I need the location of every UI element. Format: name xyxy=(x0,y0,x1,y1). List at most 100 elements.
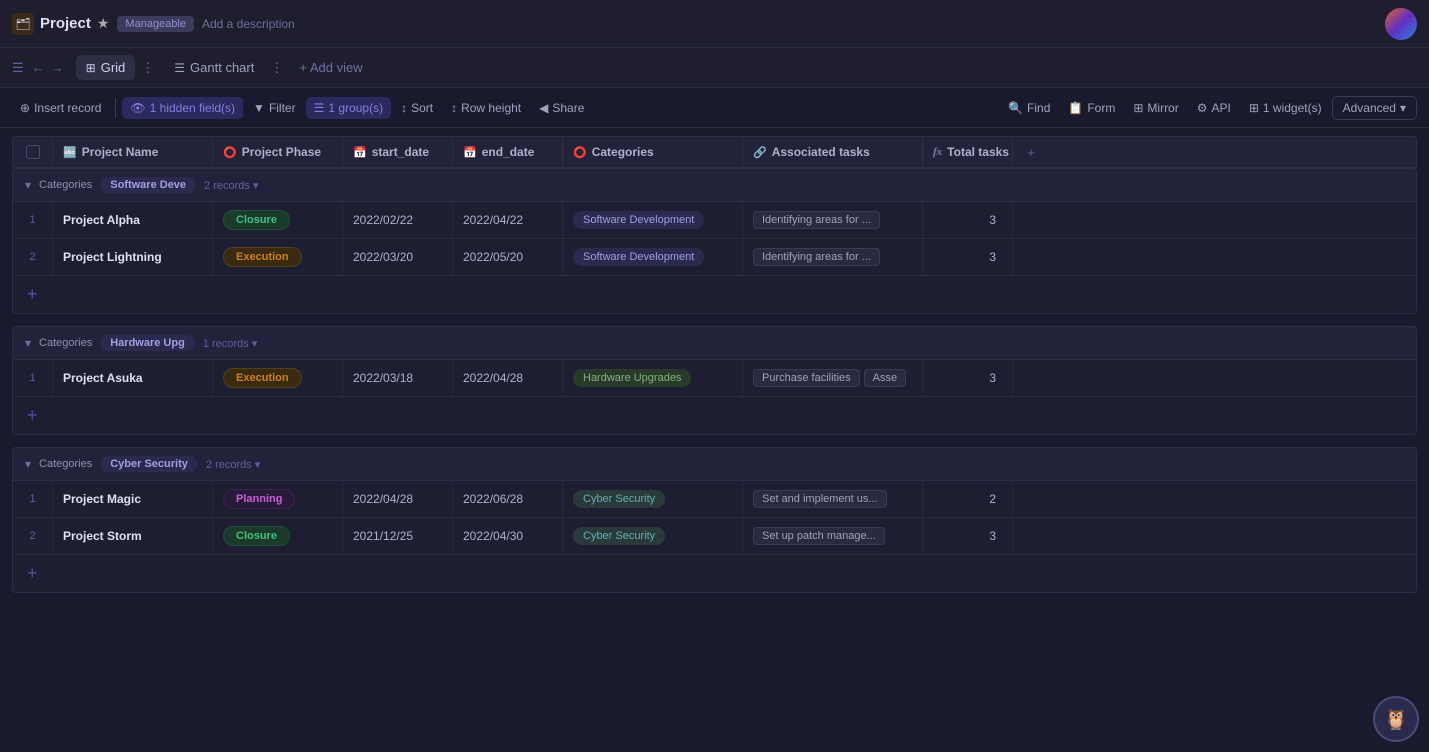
top-bar: 🗂 Project ★ Manageable Add a description xyxy=(0,0,1429,48)
select-all-checkbox[interactable] xyxy=(26,145,40,159)
add-row-cyber[interactable]: + xyxy=(13,555,1416,592)
grid-tab-menu-icon[interactable]: ⋮ xyxy=(139,60,156,76)
cell-phase: Closure xyxy=(213,202,343,238)
header-checkbox-cell xyxy=(13,137,53,167)
cell-end-date: 2022/04/28 xyxy=(453,360,563,396)
cell-start-date: 2022/03/20 xyxy=(343,239,453,275)
group-button[interactable]: ☰ 1 group(s) xyxy=(306,97,391,119)
associated-col-icon: 🔗 xyxy=(753,146,767,159)
find-button[interactable]: 🔍 Find xyxy=(1000,97,1058,119)
category-tag: Cyber Security xyxy=(573,527,665,545)
row-num: 1 xyxy=(13,202,53,238)
cell-categories: Software Development xyxy=(563,239,743,275)
cell-total-tasks: 2 xyxy=(923,481,1013,517)
group-tag-cyber: Cyber Security xyxy=(100,456,198,472)
mirror-button[interactable]: ⊞ Mirror xyxy=(1125,97,1186,119)
category-tag: Software Development xyxy=(573,211,704,229)
insert-icon: ⊕ xyxy=(20,101,30,115)
sort-button[interactable]: ↕ Sort xyxy=(393,97,441,119)
project-name-col-icon: 🔤 xyxy=(63,146,77,159)
task-tag: Set and implement us... xyxy=(753,490,887,508)
cell-project-name: Project Asuka xyxy=(53,360,213,396)
hidden-fields-button[interactable]: 👁 1 hidden field(s) xyxy=(122,97,243,119)
widget-icon: ⊞ xyxy=(1249,101,1259,115)
filter-button[interactable]: ▼ Filter xyxy=(245,97,304,119)
cell-end-date: 2022/04/30 xyxy=(453,518,563,554)
api-button[interactable]: ⚙ API xyxy=(1189,97,1239,119)
category-tag: Software Development xyxy=(573,248,704,266)
add-description-label[interactable]: Add a description xyxy=(202,17,295,31)
group-tag-software: Software Deve xyxy=(100,177,196,193)
row-num: 1 xyxy=(13,481,53,517)
star-icon[interactable]: ★ xyxy=(97,15,110,32)
add-view-button[interactable]: + Add view xyxy=(289,55,372,80)
add-row-software[interactable]: + xyxy=(13,276,1416,313)
tab-gantt[interactable]: ☰ Gantt chart xyxy=(164,55,264,80)
phase-badge: Execution xyxy=(223,247,302,267)
nav-prev-icon[interactable]: ← xyxy=(32,60,45,75)
cell-start-date: 2022/02/22 xyxy=(343,202,453,238)
cell-project-name: Project Storm xyxy=(53,518,213,554)
row-height-icon: ↕ xyxy=(451,101,457,115)
toolbar: ⊕ Insert record 👁 1 hidden field(s) ▼ Fi… xyxy=(0,88,1429,128)
group-toggle-software[interactable]: ▾ xyxy=(25,178,31,192)
add-row-hardware[interactable]: + xyxy=(13,397,1416,434)
phase-badge: Closure xyxy=(223,210,290,230)
table-header: 🔤 Project Name ⭕ Project Phase 📅 start_d… xyxy=(12,136,1417,168)
project-phase-col-icon: ⭕ xyxy=(223,146,237,159)
group-toggle-cyber[interactable]: ▾ xyxy=(25,457,31,471)
form-icon: 📋 xyxy=(1068,101,1083,115)
insert-record-button[interactable]: ⊕ Insert record xyxy=(12,97,109,119)
group-header-software: ▾ Categories Software Deve 2 records ▾ xyxy=(13,169,1416,202)
advanced-button[interactable]: Advanced ▾ xyxy=(1332,96,1417,120)
widgets-button[interactable]: ⊞ 1 widget(s) xyxy=(1241,97,1330,119)
row-height-button[interactable]: ↕ Row height xyxy=(443,97,529,119)
group-header-cyber: ▾ Categories Cyber Security 2 records ▾ xyxy=(13,448,1416,481)
nav-back-icon[interactable]: ☰ xyxy=(12,60,24,76)
nav-next-icon[interactable]: → xyxy=(51,60,64,75)
col-header-total-tasks: fx Total tasks xyxy=(923,137,1013,167)
eye-icon: 👁 xyxy=(130,101,145,115)
gantt-tab-menu-icon[interactable]: ⋮ xyxy=(268,60,285,76)
tab-grid[interactable]: ⊞ Grid xyxy=(76,55,136,80)
group-software-development: ▾ Categories Software Deve 2 records ▾ 1… xyxy=(12,168,1417,314)
form-button[interactable]: 📋 Form xyxy=(1060,97,1123,119)
manageable-badge: Manageable xyxy=(117,16,194,32)
cell-project-name: Project Alpha xyxy=(53,202,213,238)
grid-tab-icon: ⊞ xyxy=(86,61,96,75)
share-button[interactable]: ◀ Share xyxy=(531,97,592,119)
group-records-software: 2 records ▾ xyxy=(204,179,258,192)
api-icon: ⚙ xyxy=(1197,101,1208,115)
bottom-avatar[interactable]: 🦉 xyxy=(1373,696,1419,742)
task-tag: Asse xyxy=(864,369,906,387)
group-records-cyber: 2 records ▾ xyxy=(206,458,260,471)
cell-total-tasks: 3 xyxy=(923,360,1013,396)
col-header-project-name: 🔤 Project Name xyxy=(53,137,213,167)
start-date-col-icon: 📅 xyxy=(353,146,367,159)
add-column-button[interactable]: + xyxy=(1013,137,1049,167)
gantt-tab-label: Gantt chart xyxy=(190,60,254,75)
cell-total-tasks: 3 xyxy=(923,239,1013,275)
cell-associated-tasks: Set up patch manage... xyxy=(743,518,923,554)
task-tag: Set up patch manage... xyxy=(753,527,885,545)
cell-associated-tasks: Identifying areas for ... xyxy=(743,239,923,275)
project-name-label: Project xyxy=(40,15,91,32)
group-records-hardware: 1 records ▾ xyxy=(203,337,257,350)
cell-phase: Closure xyxy=(213,518,343,554)
table-row: 2 Project Storm Closure 2021/12/25 2022/… xyxy=(13,518,1416,555)
cell-phase: Planning xyxy=(213,481,343,517)
category-tag: Hardware Upgrades xyxy=(573,369,691,387)
table-row: 1 Project Magic Planning 2022/04/28 2022… xyxy=(13,481,1416,518)
cell-categories: Cyber Security xyxy=(563,481,743,517)
group-toggle-hardware[interactable]: ▾ xyxy=(25,336,31,350)
cell-project-name: Project Magic xyxy=(53,481,213,517)
row-num: 2 xyxy=(13,239,53,275)
filter-icon: ▼ xyxy=(253,101,265,115)
task-tag: Purchase facilities xyxy=(753,369,860,387)
avatar[interactable] xyxy=(1385,8,1417,40)
cell-associated-tasks: Purchase facilities Asse xyxy=(743,360,923,396)
table-row: 1 Project Alpha Closure 2022/02/22 2022/… xyxy=(13,202,1416,239)
cell-total-tasks: 3 xyxy=(923,202,1013,238)
group-icon: ☰ xyxy=(314,101,325,115)
col-header-end-date: 📅 end_date xyxy=(453,137,563,167)
